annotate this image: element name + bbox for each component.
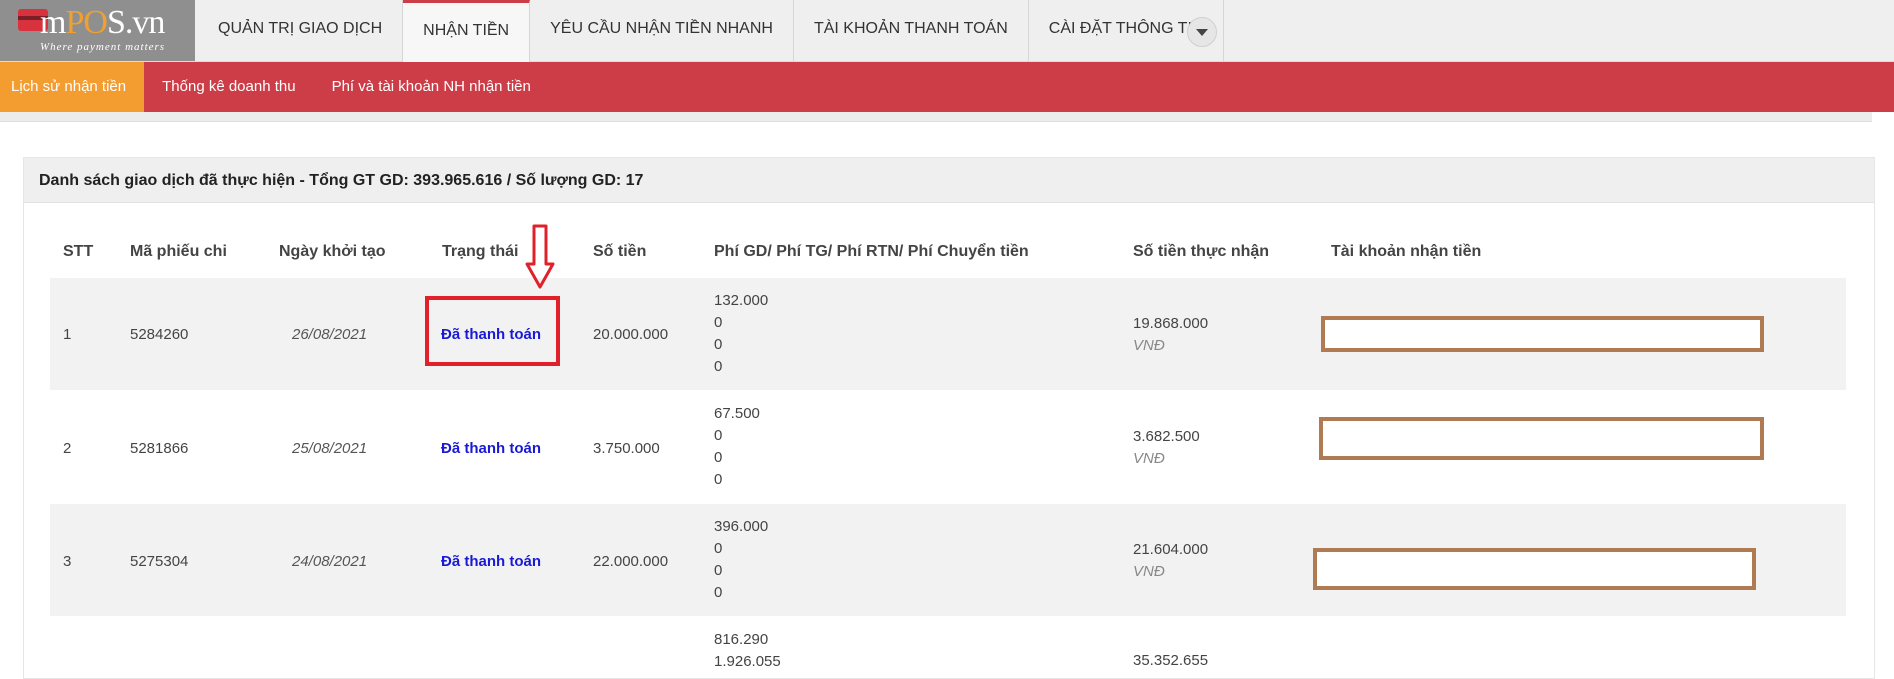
row-date: 26/08/2021 [292, 326, 368, 343]
nav-nhan-tien[interactable]: NHẬN TIỀN [403, 0, 531, 64]
subnav-thong-ke-doanh-thu[interactable]: Thống kê doanh thu [144, 62, 313, 112]
net-currency: VNĐ [1133, 337, 1165, 354]
panel-title: Danh sách giao dịch đã thực hiện - Tổng … [39, 172, 644, 189]
net-currency: VNĐ [1133, 450, 1165, 467]
fee-tg: 1.926.055 [714, 653, 781, 670]
fee-chuyen-tien: 0 [714, 471, 723, 488]
row-code: 5281866 [130, 440, 189, 457]
net-amount: 3.682.500 [1133, 428, 1200, 445]
fee-gd: 816.290 [714, 631, 769, 648]
row-amount: 3.750.000 [593, 440, 660, 457]
redacted-account [1321, 316, 1764, 352]
net-currency: VNĐ [1133, 563, 1165, 580]
main-menu: QUẢN TRỊ GIAO DỊCH NHẬN TIỀN YÊU CẦU NHẬ… [198, 0, 1225, 64]
row-stt: 1 [63, 326, 72, 343]
fee-gd: 67.500 [714, 405, 760, 422]
filter-area-strip [0, 112, 1872, 122]
row-date: 24/08/2021 [292, 553, 368, 570]
row-code: 5284260 [130, 326, 189, 343]
col-header-ngay-khoi-tao: Ngày khởi tạo [279, 243, 386, 260]
col-header-ma-phieu-chi: Mã phiếu chi [130, 243, 227, 260]
chevron-down-icon[interactable] [1187, 17, 1217, 47]
panel-header: Danh sách giao dịch đã thực hiện - Tổng … [24, 158, 1874, 203]
table-row [50, 617, 1846, 668]
fee-chuyen-tien: 0 [714, 584, 723, 601]
logo-tagline: Where payment matters [40, 41, 166, 53]
row-stt: 3 [63, 553, 72, 570]
fee-rtn: 0 [714, 449, 723, 466]
col-header-tai-khoan-nhan-tien: Tài khoản nhận tiền [1331, 243, 1482, 260]
redacted-account [1319, 417, 1764, 460]
row-amount: 22.000.000 [593, 553, 669, 570]
row-net: 19.868.000 VNĐ [1133, 313, 1208, 357]
highlight-box-status [425, 296, 560, 366]
fee-rtn: 0 [714, 562, 723, 579]
fee-gd: 132.000 [714, 292, 769, 309]
fee-gd: 396.000 [714, 518, 769, 535]
row-net: 21.604.000 VNĐ [1133, 539, 1208, 583]
row-date: 25/08/2021 [292, 440, 368, 457]
net-amount: 19.868.000 [1133, 315, 1209, 332]
subnav-phi-va-tai-khoan[interactable]: Phí và tài khoản NH nhận tiền [314, 62, 549, 112]
subnav-lich-su-nhan-tien[interactable]: Lịch sử nhận tiền [0, 62, 145, 112]
fee-chuyen-tien: 0 [714, 358, 723, 375]
row-amount: 20.000.000 [593, 326, 669, 343]
fee-tg: 0 [714, 314, 723, 331]
col-header-phi: Phí GD/ Phí TG/ Phí RTN/ Phí Chuyển tiền [714, 243, 1029, 260]
col-header-so-tien-thuc-nhan: Số tiền thực nhận [1133, 243, 1270, 260]
nav-quan-tri-giao-dich[interactable]: QUẢN TRỊ GIAO DỊCH [198, 0, 404, 61]
col-header-trang-thai: Trạng thái [442, 243, 519, 260]
row-code: 5275304 [130, 553, 189, 570]
redacted-account [1313, 548, 1756, 590]
row-net: 3.682.500 VNĐ [1133, 426, 1200, 470]
col-header-so-tien: Số tiền [593, 243, 647, 260]
row-fees: 396.000 0 0 0 [714, 516, 768, 604]
row-stt: 2 [63, 440, 72, 457]
row-fees: 132.000 0 0 0 [714, 290, 768, 378]
row-fees: 67.500 0 0 0 [714, 403, 760, 491]
row-net: 35.352.655 [1133, 652, 1209, 669]
fee-tg: 0 [714, 540, 723, 557]
fee-rtn: 0 [714, 336, 723, 353]
mpos-logo[interactable]: mPOS.vn Where payment matters [0, 0, 195, 61]
row-status[interactable]: Đã thanh toán [441, 440, 541, 457]
top-navigation: mPOS.vn Where payment matters QUẢN TRỊ G… [0, 0, 1894, 64]
nav-tai-khoan-thanh-toan[interactable]: TÀI KHOẢN THANH TOÁN [794, 0, 1029, 61]
sub-navigation: Lịch sử nhận tiền Thống kê doanh thu Phí… [0, 62, 1894, 112]
row-status[interactable]: Đã thanh toán [441, 553, 541, 570]
nav-yeu-cau-nhan-tien-nhanh[interactable]: YÊU CẦU NHẬN TIỀN NHANH [530, 0, 794, 61]
down-arrow-icon [525, 224, 555, 289]
net-amount: 21.604.000 [1133, 541, 1209, 558]
fee-tg: 0 [714, 427, 723, 444]
logo-text: mPOS.vn [40, 4, 165, 41]
row-fees: 816.290 1.926.055 [714, 629, 781, 673]
col-header-stt: STT [63, 243, 94, 260]
